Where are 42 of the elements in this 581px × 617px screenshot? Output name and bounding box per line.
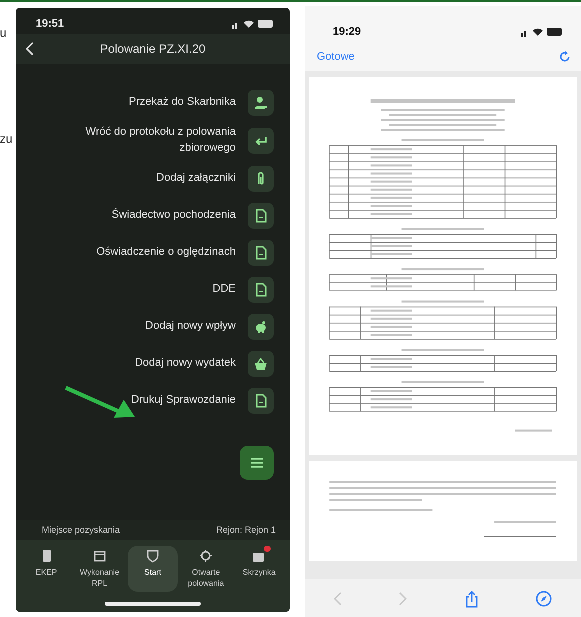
info-label: Miejsce pozyskania bbox=[42, 525, 120, 536]
menu-item-label[interactable]: Przekaż do Skarbnika bbox=[129, 94, 236, 110]
screen-title: Polowanie PZ.XI.20 bbox=[100, 42, 206, 56]
menu-button[interactable] bbox=[240, 446, 274, 480]
menu-item-label[interactable]: DDE bbox=[212, 282, 236, 298]
info-value: Rejon: Rejon 1 bbox=[216, 525, 276, 536]
tab[interactable]: Start bbox=[128, 546, 178, 592]
piggy-bank-icon[interactable] bbox=[248, 314, 274, 340]
background-text: u bbox=[0, 26, 8, 40]
document-icon[interactable] bbox=[248, 240, 274, 266]
menu-item-label[interactable]: Dodaj nowy wpływ bbox=[146, 319, 236, 336]
tab[interactable]: EKEP bbox=[22, 546, 72, 592]
compass-icon[interactable] bbox=[536, 591, 552, 607]
menu-item-label[interactable]: Wróć do protokołu z polowania zbiorowego bbox=[71, 125, 236, 157]
status-time: 19:29 bbox=[333, 26, 362, 38]
status-icons bbox=[521, 27, 563, 37]
menu-item-label[interactable]: Świadectwo pochodzenia bbox=[112, 208, 236, 224]
paperclip-icon[interactable] bbox=[248, 166, 274, 192]
status-time: 19:51 bbox=[36, 18, 64, 30]
return-icon[interactable] bbox=[248, 128, 274, 154]
tab[interactable]: Otwarte polowania bbox=[181, 546, 232, 592]
background-text: zu bbox=[0, 132, 14, 146]
document-icon[interactable] bbox=[248, 388, 274, 414]
back-icon[interactable] bbox=[26, 42, 34, 56]
share-icon[interactable] bbox=[464, 590, 479, 608]
menu-icon bbox=[250, 457, 264, 470]
calendar-icon bbox=[92, 549, 107, 564]
tab[interactable]: Skrzynka bbox=[234, 546, 284, 592]
menu-item-label[interactable]: Dodaj nowy wydatek bbox=[135, 356, 236, 372]
basket-icon[interactable] bbox=[248, 351, 274, 378]
refresh-icon[interactable] bbox=[559, 50, 571, 63]
menu-item-label[interactable]: Drukuj Sprawozdanie bbox=[131, 393, 236, 410]
tab[interactable]: Wykonanie RPL bbox=[74, 546, 125, 592]
shield-icon bbox=[146, 549, 160, 564]
person-icon[interactable] bbox=[248, 90, 274, 116]
menu-item-label[interactable]: Oświadczenie o oględzinach bbox=[96, 245, 236, 262]
done-link[interactable]: Gotowe bbox=[317, 50, 355, 62]
document-icon[interactable] bbox=[248, 277, 274, 304]
status-icons bbox=[232, 19, 274, 29]
document-icon[interactable] bbox=[248, 203, 274, 230]
target-icon bbox=[199, 549, 214, 564]
menu-item-label[interactable]: Dodaj załączniki bbox=[156, 171, 236, 188]
